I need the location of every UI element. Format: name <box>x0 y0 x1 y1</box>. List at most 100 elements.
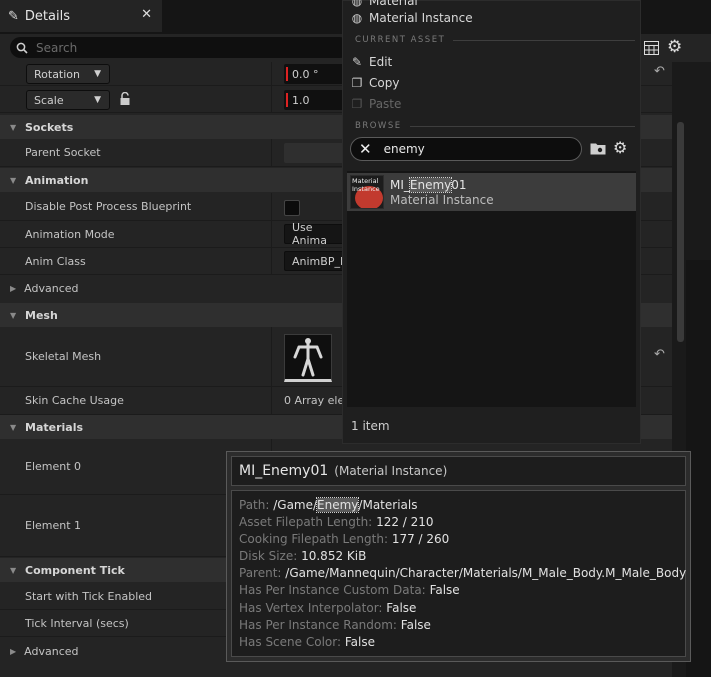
tooltip-value: /Game/Mannequin/Character/Materials/M_Ma… <box>285 566 687 581</box>
rotation-value: 0.0 ° <box>292 67 319 81</box>
rotation-field[interactable]: 0.0 ° <box>284 64 344 84</box>
asset-list-item[interactable]: Material Instance MI_Enemy01 Material In… <box>347 173 636 211</box>
property-label: Disable Post Process Blueprint <box>25 200 192 213</box>
scale-label: Scale <box>34 93 64 107</box>
tooltip-vertex-interp: Has Vertex Interpolator: False <box>239 601 685 618</box>
property-label: Tick Interval (secs) <box>25 616 129 630</box>
thumbnail-label: Material Instance <box>352 177 380 193</box>
scale-dropdown[interactable]: Scale ▼ <box>26 90 110 110</box>
reset-arrow-icon[interactable]: ↶ <box>654 347 665 362</box>
menu-item-material-instance[interactable]: ◍ Material Instance <box>343 8 640 28</box>
tooltip-key: Has Scene Color: <box>239 634 342 649</box>
value-column <box>271 327 272 386</box>
asset-tooltip: MI_Enemy01 (Material Instance) Path: /Ga… <box>226 451 691 662</box>
asset-thumbnail: Material Instance <box>350 175 384 209</box>
asset-name: MI_Enemy01 <box>390 177 467 193</box>
rotation-dropdown[interactable]: Rotation ▼ <box>26 64 110 84</box>
tab-details[interactable]: ✎ Details ✕ <box>0 0 162 32</box>
search-input[interactable]: Search <box>10 37 350 58</box>
menu-item-edit[interactable]: ✎ Edit <box>343 52 640 72</box>
property-label: Element 1 <box>25 519 82 532</box>
tooltip-key: Parent: <box>239 566 282 581</box>
asset-type: Material Instance <box>390 193 494 207</box>
property-label: Animation Mode <box>25 227 115 241</box>
tooltip-asset-name: MI_Enemy01 <box>239 463 329 479</box>
reset-arrow-icon[interactable]: ↶ <box>654 64 665 79</box>
tooltip-body: Path: /Game/Enemy/Materials Asset Filepa… <box>231 490 686 657</box>
x-axis-marker <box>286 67 288 81</box>
tooltip-key: Cooking Filepath Length: <box>239 532 388 547</box>
category-label: Animation <box>25 173 89 187</box>
scale-value: 1.0 <box>292 93 310 107</box>
gear-icon[interactable]: ⚙ <box>667 37 682 57</box>
advanced-label: Advanced <box>24 281 79 295</box>
clear-search-icon[interactable]: ✕ <box>359 140 372 158</box>
copy-icon: ❐ <box>351 76 363 90</box>
lock-icon[interactable] <box>119 92 131 106</box>
edit-pencil-icon: ✎ <box>351 55 363 69</box>
collapsed-triangle-icon: ▶ <box>10 646 17 656</box>
expanded-triangle-icon: ▼ <box>10 122 17 132</box>
chevron-down-icon: ▼ <box>94 69 101 79</box>
skeletal-mesh-thumbnail[interactable] <box>284 334 332 382</box>
menu-item-label: Edit <box>369 55 393 69</box>
animation-mode-dropdown[interactable]: Use Anima <box>284 221 344 247</box>
dropdown-value: Use Anima <box>292 221 328 247</box>
asset-search-value: enemy <box>383 142 425 156</box>
value-column <box>271 86 272 112</box>
value-column <box>271 193 272 220</box>
x-axis-marker <box>286 93 288 107</box>
tooltip-key: Disk Size: <box>239 549 298 564</box>
value-column <box>271 139 272 166</box>
tooltip-disk-size: Disk Size: 10.852 KiB <box>239 549 685 566</box>
material-sphere-icon: ◍ <box>351 0 363 8</box>
tooltip-asset-filepath: Asset Filepath Length: 122 / 210 <box>239 515 685 532</box>
collapsed-triangle-icon: ▶ <box>10 283 17 293</box>
property-label: Skeletal Mesh <box>25 350 102 363</box>
close-icon[interactable]: ✕ <box>141 7 152 22</box>
tooltip-value: 122 / 210 <box>376 515 434 530</box>
menu-item-label: Material Instance <box>369 11 473 25</box>
tooltip-custom-data: Has Per Instance Custom Data: False <box>239 583 685 600</box>
anim-class-dropdown[interactable]: AnimBP_E <box>284 251 347 271</box>
scale-field[interactable]: 1.0 <box>284 90 344 110</box>
section-browse: BROWSE <box>355 121 635 131</box>
tooltip-scene-color: Has Scene Color: False <box>239 635 685 652</box>
value-column <box>271 387 272 414</box>
tooltip-value: False <box>400 617 431 632</box>
menu-item-paste: ❐ Paste <box>343 94 640 114</box>
value-column <box>271 248 272 274</box>
expanded-triangle-icon: ▼ <box>10 422 17 432</box>
tooltip-value: False <box>429 583 460 598</box>
value-column <box>271 62 272 85</box>
asset-name-prefix: MI_ <box>390 178 410 192</box>
scrollbar-thumb[interactable] <box>677 122 684 342</box>
tooltip-parent: Parent: /Game/Mannequin/Character/Materi… <box>239 566 687 583</box>
chevron-down-icon: ▼ <box>94 95 101 105</box>
tooltip-key: Has Vertex Interpolator: <box>239 600 383 615</box>
tooltip-value: False <box>386 600 417 615</box>
search-icon <box>16 42 28 54</box>
asset-search-input[interactable]: ✕ enemy <box>350 137 582 161</box>
gear-icon[interactable]: ⚙ <box>613 138 627 157</box>
parent-socket-field[interactable] <box>284 143 344 163</box>
expanded-triangle-icon: ▼ <box>10 565 17 575</box>
asset-name-match: Enemy <box>408 177 453 193</box>
disable-ppb-checkbox[interactable] <box>284 200 300 216</box>
category-label: Materials <box>25 420 84 434</box>
tooltip-key: Asset Filepath Length: <box>239 515 373 530</box>
folder-browse-icon[interactable] <box>590 142 606 155</box>
menu-item-copy[interactable]: ❐ Copy <box>343 73 640 93</box>
menu-item-label: Paste <box>369 97 402 111</box>
tooltip-path: Path: /Game/Enemy/Materials <box>239 497 685 515</box>
property-label: Element 0 <box>25 460 82 473</box>
section-current-asset: CURRENT ASSET <box>355 35 635 45</box>
tooltip-value: 177 / 260 <box>391 532 450 547</box>
tooltip-value: False <box>344 634 375 649</box>
material-sphere-icon: ◍ <box>351 11 363 25</box>
tooltip-asset-type: (Material Instance) <box>334 464 448 478</box>
tooltip-cooking-filepath: Cooking Filepath Length: 177 / 260 <box>239 532 685 549</box>
table-view-icon[interactable] <box>644 41 659 55</box>
tooltip-key: Path: <box>239 498 270 512</box>
section-label: BROWSE <box>355 121 402 131</box>
